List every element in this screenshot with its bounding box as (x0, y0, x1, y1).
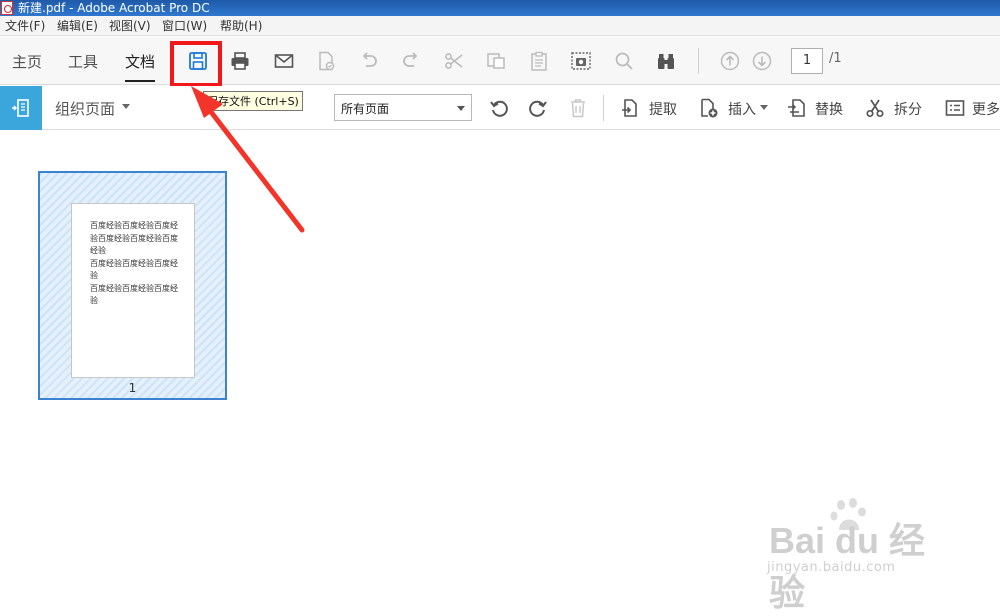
watermark-url: jingyan.baidu.com (767, 560, 896, 575)
baidu-watermark: Bai du 经验 jingyan.baidu.com (765, 498, 955, 613)
